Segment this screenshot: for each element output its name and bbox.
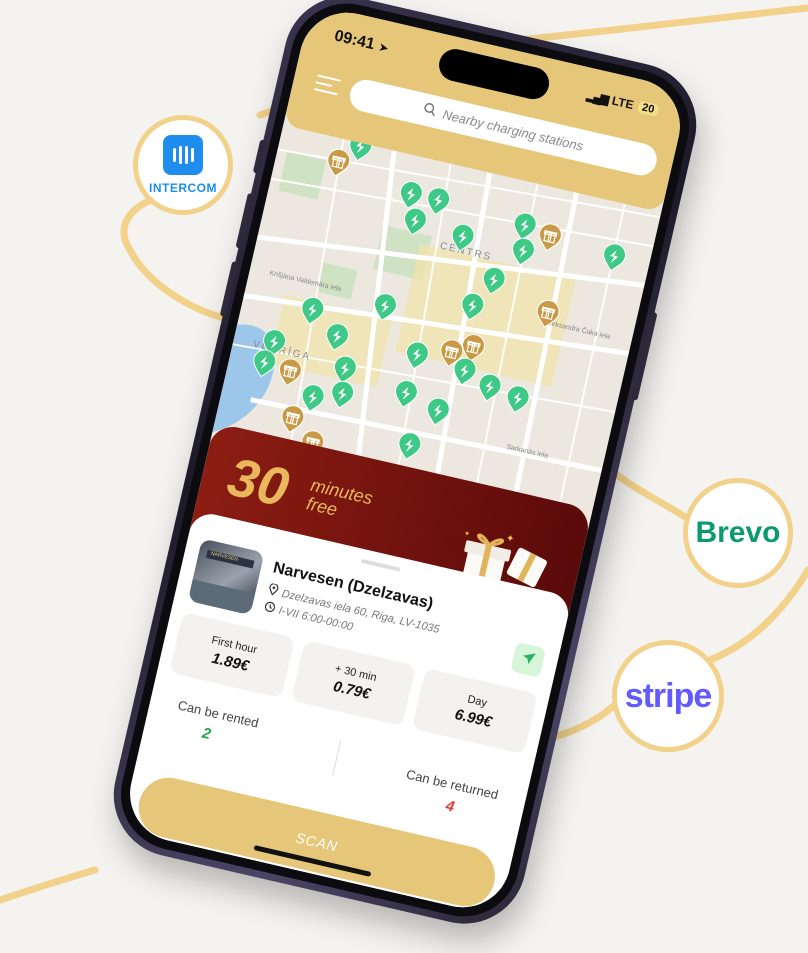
price-card-day: Day 6.99€ [412,668,538,755]
svg-text:✦: ✦ [463,529,471,538]
availability-divider [332,740,342,776]
returnable-count: Can be returned 4 [400,751,504,825]
intercom-badge: INTERCOM [133,115,233,215]
promo-text: minutes free [305,475,375,527]
rentable-label: Can be rented [176,697,261,731]
dynamic-island [435,45,553,103]
navigation-arrow-icon [519,649,537,671]
price-value: 6.99€ [453,705,494,731]
rentable-value: 2 [200,724,213,744]
intercom-icon [163,135,203,175]
price-label: Day [466,693,489,710]
price-card-first-hour: First hour 1.89€ [169,611,295,699]
search-icon [422,101,438,120]
menu-icon[interactable] [313,74,341,97]
search-placeholder: Nearby charging stations [441,106,585,154]
location-arrow-icon: ➤ [377,39,391,56]
brevo-badge: Brevo [683,478,793,588]
location-pin-icon [267,583,280,600]
sheet-handle[interactable] [360,558,401,572]
status-indicators: ▂▄▆ LTE 20 [585,87,660,118]
station-photo: NARVESEN [187,538,265,616]
stripe-badge: stripe [612,640,724,752]
promo-number: 30 [222,446,295,519]
navigate-button[interactable] [510,641,547,678]
signal-icon: ▂▄▆ [585,87,609,107]
stripe-label: stripe [624,676,713,715]
price-card-30-min: + 30 min 0.79€ [290,640,417,727]
intercom-label: INTERCOM [149,181,217,195]
rentable-count: Can be rented 2 [171,697,260,753]
clock-icon [263,600,277,616]
battery-icon: 20 [636,100,660,117]
returnable-value: 4 [444,797,457,816]
svg-text:✦: ✦ [505,533,516,546]
network-label: LTE [610,93,635,113]
brevo-label: Brevo [695,516,781,549]
status-time: 09:41 ➤ [332,27,391,56]
